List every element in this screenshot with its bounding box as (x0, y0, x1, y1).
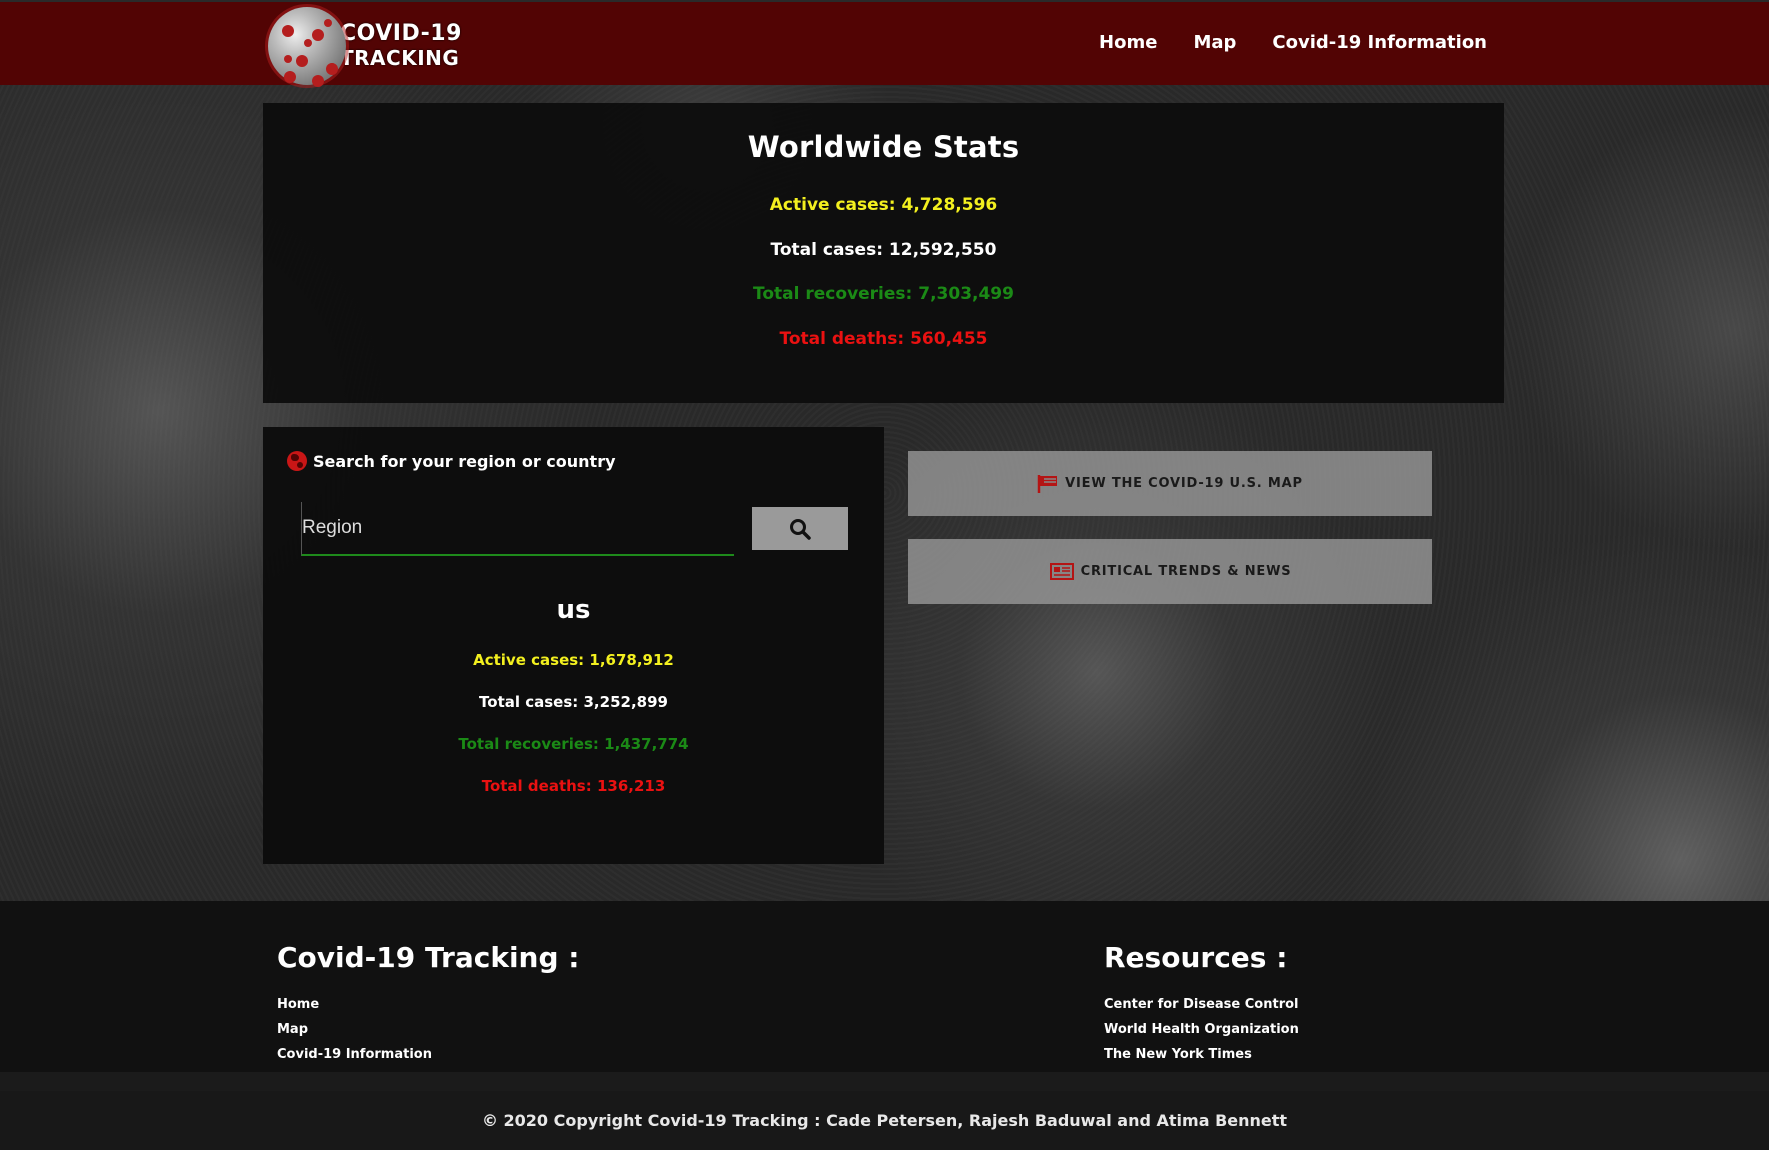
logo-text: COVID-19 TRACKING (340, 21, 462, 71)
view-us-map-label: VIEW THE COVID-19 U.S. MAP (1065, 476, 1303, 491)
logo-text-line1: COVID-19 (340, 21, 462, 46)
critical-trends-news-button[interactable]: CRITICAL TRENDS & NEWS (908, 539, 1432, 604)
nav-map[interactable]: Map (1193, 32, 1236, 53)
site-footer: Covid-19 Tracking : Home Map Covid-19 In… (0, 901, 1769, 1072)
region-search-heading: Search for your region or country (287, 451, 616, 471)
worldwide-title: Worldwide Stats (747, 130, 1020, 164)
world-active-cases: Active cases: 4,728,596 (769, 195, 998, 215)
critical-trends-news-label: CRITICAL TRENDS & NEWS (1080, 564, 1292, 579)
globe-icon (287, 451, 307, 471)
nav-covid-info[interactable]: Covid-19 Information (1272, 32, 1487, 53)
footer-site-links: Covid-19 Tracking : Home Map Covid-19 In… (277, 941, 579, 1067)
footer-resources: Resources : Center for Disease Control W… (1104, 941, 1299, 1067)
footer-link-cdc[interactable]: Center for Disease Control (1104, 992, 1299, 1017)
world-total-cases: Total cases: 12,592,550 (770, 240, 997, 260)
region-active-cases: Active cases: 1,678,912 (473, 651, 674, 669)
site-header: COVID-19 TRACKING Home Map Covid-19 Info… (0, 0, 1769, 85)
main-nav: Home Map Covid-19 Information (1099, 2, 1487, 82)
footer-col2-title: Resources : (1104, 941, 1288, 974)
region-name: us (556, 595, 591, 625)
world-total-deaths: Total deaths: 560,455 (779, 329, 988, 349)
nav-home[interactable]: Home (1099, 32, 1157, 53)
region-total-cases: Total cases: 3,252,899 (479, 693, 668, 711)
newspaper-icon (1049, 562, 1074, 580)
world-total-recoveries: Total recoveries: 7,303,499 (753, 284, 1014, 304)
flag-icon (1037, 474, 1058, 493)
copyright-bar: © 2020 Copyright Covid-19 Tracking : Cad… (0, 1091, 1769, 1150)
worldwide-stats-panel: Worldwide Stats Active cases: 4,728,596 … (263, 103, 1504, 403)
footer-col1-title: Covid-19 Tracking : (277, 941, 580, 974)
footer-link-who[interactable]: World Health Organization (1104, 1017, 1299, 1042)
virus-logo-icon (268, 7, 346, 85)
view-us-map-button[interactable]: VIEW THE COVID-19 U.S. MAP (908, 451, 1432, 516)
region-search-label: Search for your region or country (313, 451, 616, 471)
footer-link-covid-info[interactable]: Covid-19 Information (277, 1042, 579, 1067)
region-search-button[interactable] (752, 507, 848, 550)
footer-link-nyt[interactable]: The New York Times (1104, 1042, 1299, 1067)
region-total-deaths: Total deaths: 136,213 (481, 777, 666, 795)
region-search-input[interactable] (301, 502, 734, 556)
footer-link-home[interactable]: Home (277, 992, 579, 1017)
logo-text-line2: TRACKING (340, 46, 460, 70)
region-total-recoveries: Total recoveries: 1,437,774 (458, 735, 689, 753)
copyright-text: © 2020 Copyright Covid-19 Tracking : Cad… (481, 1111, 1288, 1130)
search-icon (790, 518, 811, 540)
site-logo[interactable]: COVID-19 TRACKING (268, 7, 462, 85)
footer-link-map[interactable]: Map (277, 1017, 579, 1042)
region-search-panel: Search for your region or country us Act… (263, 427, 884, 864)
